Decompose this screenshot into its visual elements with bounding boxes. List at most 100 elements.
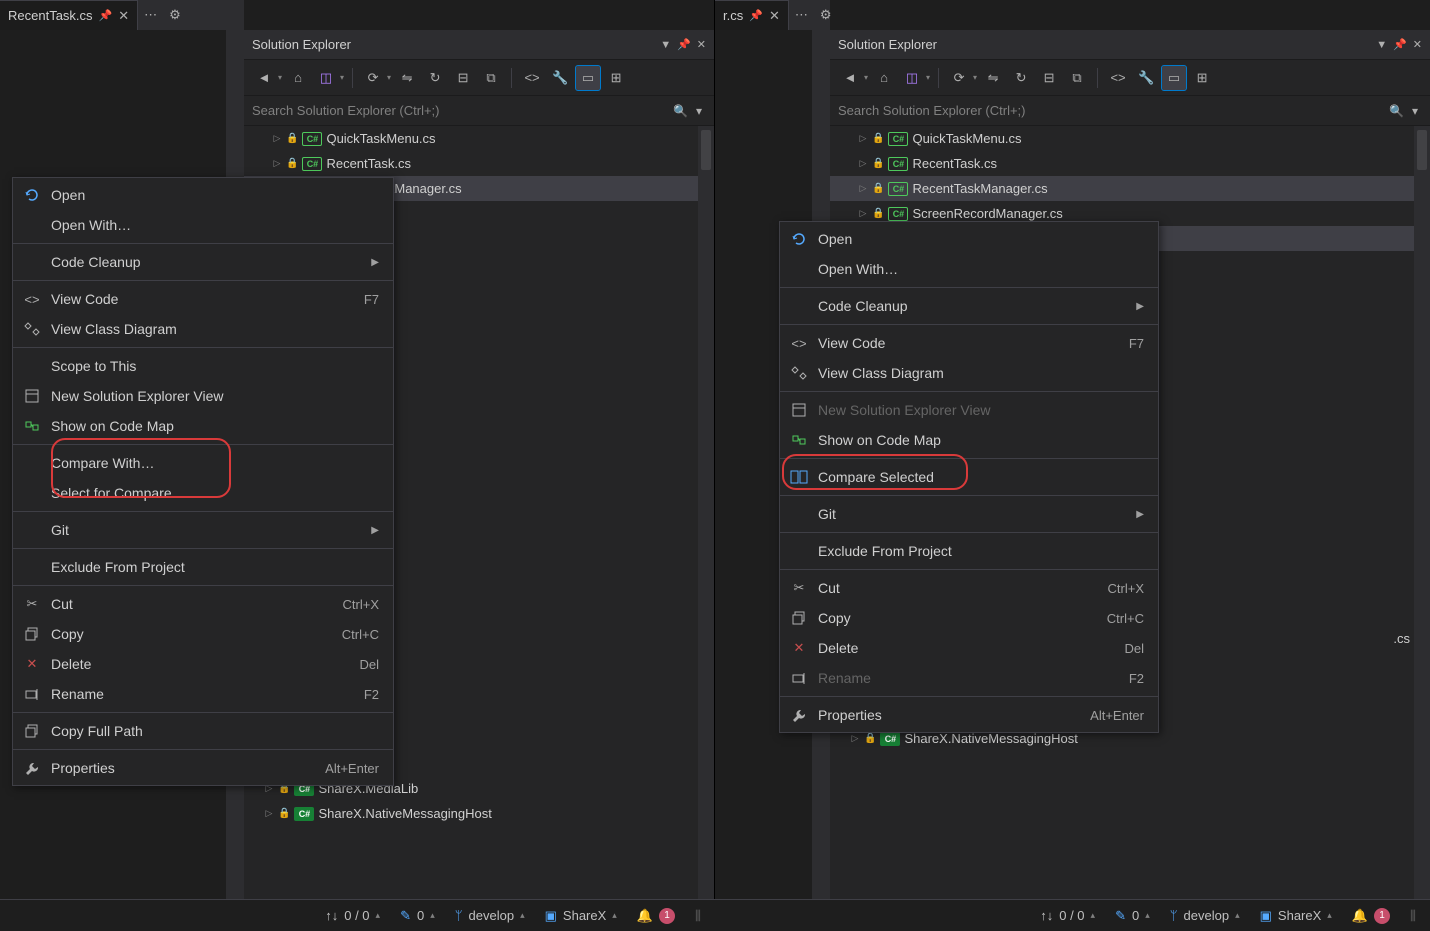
graph-icon[interactable]: ⫼ [1410,908,1416,924]
search-icon[interactable]: 🔍 [669,104,692,118]
tree-item[interactable]: ▷🔒C#RecentTaskManager.cs [830,176,1430,201]
solution-search[interactable]: 🔍 ▾ [244,96,714,126]
search-input[interactable] [252,103,669,118]
expand-icon[interactable]: ▷ [858,183,868,194]
updown-counter[interactable]: ↑↓ 0 / 0 ▴ [325,908,380,923]
ctx-rename[interactable]: Rename F2 [780,663,1158,693]
close-window-icon[interactable]: ✕ [1413,38,1422,51]
filter-icon[interactable]: ⇋ [981,66,1005,90]
dropdown-icon[interactable]: ▼ [1376,39,1387,51]
search-icon[interactable]: 🔍 [1385,104,1408,118]
preview-icon[interactable]: ▭ [1162,66,1186,90]
ctx-view-class-diagram[interactable]: View Class Diagram [13,314,393,344]
tree-item[interactable]: ▷🔒C#ShareX.NativeMessagingHost [244,801,714,826]
notifications-button[interactable]: 🔔1 [637,908,675,924]
expand-icon[interactable]: ▷ [272,133,282,144]
refresh-icon[interactable]: ↻ [423,66,447,90]
changes-counter[interactable]: ✎ 0 ▴ [400,908,435,924]
search-dropdown-icon[interactable]: ▾ [1408,104,1422,118]
switch-view-icon[interactable]: ◫ [900,66,924,90]
updown-counter[interactable]: ↑↓ 0 / 0 ▴ [1040,908,1095,923]
changes-counter[interactable]: ✎ 0 ▴ [1115,908,1150,924]
context-menu-right[interactable]: Open Open With… Code Cleanup ▶ <> View C… [779,221,1159,733]
ctx-copy[interactable]: Copy Ctrl+C [13,619,393,649]
ctx-open[interactable]: Open [780,224,1158,254]
ctx-new-solution-explorer-view[interactable]: New Solution Explorer View [13,381,393,411]
expand-icon[interactable]: ▷ [272,158,282,169]
filter-icon[interactable]: ⇋ [395,66,419,90]
graph-icon[interactable]: ⫼ [695,908,701,924]
hierarchy-icon[interactable]: ⊞ [1190,66,1214,90]
ctx-git[interactable]: Git ▶ [13,515,393,545]
ctx-cut[interactable]: ✂ Cut Ctrl+X [13,589,393,619]
refresh-icon[interactable]: ↻ [1009,66,1033,90]
ctx-new-solution-explorer-view[interactable]: New Solution Explorer View [780,395,1158,425]
ctx-show-on-code-map[interactable]: Show on Code Map [780,425,1158,455]
ctx-open-with-[interactable]: Open With… [13,210,393,240]
code-icon[interactable]: <> [520,66,544,90]
ctx-properties[interactable]: Properties Alt+Enter [13,753,393,783]
sync-icon[interactable]: ⟳ [947,66,971,90]
preview-icon[interactable]: ▭ [576,66,600,90]
ctx-copy[interactable]: Copy Ctrl+C [780,603,1158,633]
expand-icon[interactable]: ▷ [858,158,868,169]
tree-item[interactable]: ▷🔒C#RecentTask.cs [244,151,714,176]
branch-indicator[interactable]: ᛘ develop ▴ [455,908,525,923]
ctx-scope-to-this[interactable]: Scope to This [13,351,393,381]
pin-icon[interactable]: 📌 [99,9,113,22]
tab-overflow-icon[interactable]: ⋯ [138,7,163,23]
ctx-select-for-compare[interactable]: Select for Compare [13,478,393,508]
back-icon[interactable]: ◄ [838,66,862,90]
tree-item[interactable]: ▷🔒C#QuickTaskMenu.cs [244,126,714,151]
ctx-delete[interactable]: ✕ Delete Del [13,649,393,679]
wrench-icon[interactable]: 🔧 [548,66,572,90]
tab-recenttask[interactable]: RecentTask.cs 📌 ✕ [0,0,138,30]
ctx-exclude-from-project[interactable]: Exclude From Project [13,552,393,582]
expand-icon[interactable]: ▷ [264,808,274,819]
code-icon[interactable]: <> [1106,66,1130,90]
ctx-delete[interactable]: ✕ Delete Del [780,633,1158,663]
wrench-icon[interactable]: 🔧 [1134,66,1158,90]
notifications-button[interactable]: 🔔1 [1352,908,1390,924]
ctx-rename[interactable]: Rename F2 [13,679,393,709]
ctx-compare-with-[interactable]: Compare With… [13,448,393,478]
search-dropdown-icon[interactable]: ▾ [692,104,706,118]
pin-window-icon[interactable]: 📌 [1393,38,1407,51]
dropdown-icon[interactable]: ▼ [660,39,671,51]
ctx-view-class-diagram[interactable]: View Class Diagram [780,358,1158,388]
ctx-open[interactable]: Open [13,180,393,210]
close-window-icon[interactable]: ✕ [697,38,706,51]
branch-indicator[interactable]: ᛘ develop ▴ [1170,908,1240,923]
tab-gear-icon[interactable]: ⚙ [814,7,838,23]
pin-icon[interactable]: 📌 [749,9,763,22]
close-icon[interactable]: ✕ [769,8,780,24]
tree-item[interactable]: ▷🔒C#RecentTask.cs [830,151,1430,176]
ctx-show-on-code-map[interactable]: Show on Code Map [13,411,393,441]
tree-item[interactable]: ▷🔒C#QuickTaskMenu.cs [830,126,1430,151]
ctx-compare-selected[interactable]: Compare Selected [780,462,1158,492]
ctx-cut[interactable]: ✂ Cut Ctrl+X [780,573,1158,603]
show-all-icon[interactable]: ⧉ [1065,66,1089,90]
search-input[interactable] [838,103,1385,118]
ctx-exclude-from-project[interactable]: Exclude From Project [780,536,1158,566]
scrollbar[interactable] [1414,126,1430,905]
home-icon[interactable]: ⌂ [872,66,896,90]
ctx-open-with-[interactable]: Open With… [780,254,1158,284]
back-icon[interactable]: ◄ [252,66,276,90]
collapse-icon[interactable]: ⊟ [451,66,475,90]
solution-search[interactable]: 🔍 ▾ [830,96,1430,126]
tab-rcs[interactable]: r.cs 📌 ✕ [715,0,789,30]
ctx-view-code[interactable]: <> View Code F7 [780,328,1158,358]
repo-indicator[interactable]: ▣ ShareX ▴ [545,908,617,924]
ctx-code-cleanup[interactable]: Code Cleanup ▶ [780,291,1158,321]
ctx-copy-full-path[interactable]: Copy Full Path [13,716,393,746]
show-all-icon[interactable]: ⧉ [479,66,503,90]
ctx-view-code[interactable]: <> View Code F7 [13,284,393,314]
switch-view-icon[interactable]: ◫ [314,66,338,90]
home-icon[interactable]: ⌂ [286,66,310,90]
close-icon[interactable]: ✕ [118,8,129,24]
context-menu-left[interactable]: Open Open With… Code Cleanup ▶ <> View C… [12,177,394,786]
ctx-code-cleanup[interactable]: Code Cleanup ▶ [13,247,393,277]
expand-icon[interactable]: ▷ [858,133,868,144]
sync-icon[interactable]: ⟳ [361,66,385,90]
